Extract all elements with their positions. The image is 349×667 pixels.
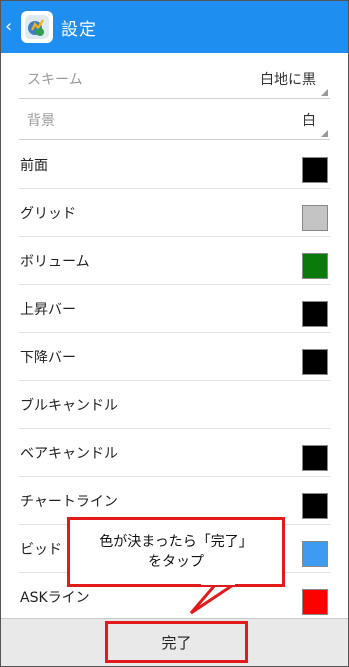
color-swatch[interactable] — [302, 541, 328, 567]
color-setting-row[interactable]: ボリューム — [19, 237, 330, 285]
color-setting-label: ビッド — [20, 542, 62, 558]
scheme-value: 白地に黒 — [260, 72, 316, 88]
color-swatch[interactable] — [302, 493, 328, 519]
color-setting-label: ブルキャンドル — [20, 398, 118, 414]
dropdown-corner-icon — [321, 130, 328, 137]
color-setting-label: 下降バー — [20, 350, 76, 366]
color-setting-label: ボリューム — [20, 254, 90, 270]
back-chevron-icon[interactable]: ‹ — [5, 1, 19, 53]
color-swatch[interactable] — [302, 157, 328, 183]
color-setting-label: ASKライン — [20, 590, 90, 606]
background-label: 背景 — [27, 113, 55, 129]
color-setting-row[interactable]: ベアキャンドル — [19, 429, 330, 477]
color-swatch[interactable] — [302, 253, 328, 279]
instruction-callout: 色が決まったら「完了」 をタップ — [67, 517, 285, 587]
color-setting-label: グリッド — [20, 206, 76, 222]
color-setting-label: 前面 — [20, 158, 48, 174]
scheme-label: スキーム — [27, 72, 83, 88]
color-setting-label: チャートライン — [20, 494, 118, 510]
color-setting-label: ベアキャンドル — [20, 446, 118, 462]
color-setting-row[interactable]: ブルキャンドル — [19, 381, 330, 429]
background-dropdown[interactable]: 背景 白 — [19, 100, 330, 140]
done-button[interactable]: 完了 — [105, 621, 248, 663]
color-setting-row[interactable]: グリッド — [19, 189, 330, 237]
page-title: 設定 — [61, 19, 97, 40]
scheme-dropdown[interactable]: スキーム 白地に黒 — [19, 59, 330, 99]
metatrader-app-icon[interactable] — [21, 11, 53, 43]
dropdown-corner-icon — [321, 89, 328, 96]
bottom-bar: 完了 — [1, 618, 348, 666]
color-swatch[interactable] — [302, 205, 328, 231]
color-swatch[interactable] — [302, 589, 328, 615]
app-bar: ‹ 設定 — [1, 1, 348, 53]
color-swatch[interactable] — [302, 445, 328, 471]
color-setting-label: 上昇バー — [20, 302, 76, 318]
color-setting-row[interactable]: 下降バー — [19, 333, 330, 381]
color-setting-row[interactable]: 前面 — [19, 141, 330, 189]
background-value: 白 — [302, 113, 316, 129]
color-swatch[interactable] — [302, 349, 328, 375]
color-swatch[interactable] — [302, 301, 328, 327]
callout-text: 色が決まったら「完了」 をタップ — [99, 534, 253, 570]
settings-screen: ‹ 設定 スキーム 白地に黒 背景 白 前面グリッドボリューム上昇バー下降バーブ… — [0, 0, 349, 667]
color-setting-row[interactable]: 上昇バー — [19, 285, 330, 333]
